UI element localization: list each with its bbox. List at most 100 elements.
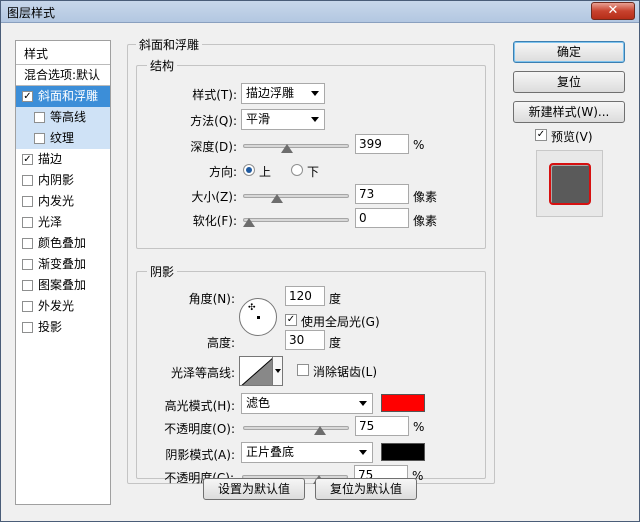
style-list-checkbox[interactable]: ✓ bbox=[22, 154, 33, 165]
size-slider-thumb[interactable] bbox=[271, 194, 284, 203]
style-list-item[interactable]: 混合选项:默认 bbox=[16, 65, 110, 86]
preview-checkbox[interactable]: ✓ bbox=[535, 129, 547, 141]
angle-dial-center bbox=[257, 316, 260, 319]
gloss-contour-preview[interactable] bbox=[239, 356, 273, 386]
depth-unit: % bbox=[413, 138, 425, 152]
crosshair-icon: ✣ bbox=[248, 303, 256, 313]
highlight-color-swatch[interactable] bbox=[381, 394, 425, 412]
close-button[interactable]: ✕ bbox=[591, 2, 635, 20]
style-list-item[interactable]: 纹理 bbox=[16, 128, 110, 149]
anti-aliased-checkbox[interactable] bbox=[297, 364, 309, 376]
depth-slider-thumb[interactable] bbox=[280, 144, 293, 153]
soften-input[interactable]: 0 bbox=[355, 208, 409, 228]
style-list-label: 外发光 bbox=[38, 299, 75, 313]
style-preview-swatch bbox=[549, 163, 591, 205]
reset-to-default-button[interactable]: 复位为默认值 bbox=[315, 478, 417, 500]
style-list-label: 斜面和浮雕 bbox=[38, 89, 99, 103]
soften-unit: 像素 bbox=[413, 214, 438, 228]
style-list-item[interactable]: ✓ 斜面和浮雕 bbox=[16, 86, 110, 107]
style-list-checkbox[interactable] bbox=[22, 322, 33, 333]
style-list-checkbox[interactable] bbox=[34, 133, 45, 144]
highlight-mode-select[interactable]: 滤色 bbox=[241, 393, 373, 414]
highlight-opacity-thumb[interactable] bbox=[313, 426, 326, 435]
highlight-opacity-slider[interactable] bbox=[243, 426, 349, 430]
depth-input[interactable]: 399 bbox=[355, 134, 409, 154]
style-list-label: 内发光 bbox=[38, 194, 75, 208]
style-list-item[interactable]: 渐变叠加 bbox=[16, 254, 110, 275]
chevron-down-icon bbox=[311, 91, 319, 96]
style-label: 样式(T): bbox=[192, 88, 237, 102]
size-input[interactable]: 73 bbox=[355, 184, 409, 204]
style-list-item[interactable]: 图案叠加 bbox=[16, 275, 110, 296]
preview-label: 预览(V) bbox=[551, 130, 593, 144]
bevel-emboss-group: 斜面和浮雕 结构 样式(T): 描边浮雕 方法(Q): 平滑 深度(D): 39… bbox=[127, 36, 495, 485]
style-list-item[interactable]: 投影 bbox=[16, 317, 110, 338]
style-list-label: 图案叠加 bbox=[38, 278, 87, 292]
shadow-mode-select[interactable]: 正片叠底 bbox=[241, 442, 373, 463]
make-default-button[interactable]: 设置为默认值 bbox=[203, 478, 305, 500]
style-list-item[interactable]: 外发光 bbox=[16, 296, 110, 317]
global-light-checkbox[interactable]: ✓ bbox=[285, 314, 297, 326]
reset-button[interactable]: 复位 bbox=[513, 71, 625, 93]
style-list-checkbox[interactable] bbox=[22, 280, 33, 291]
style-list-label: 投影 bbox=[38, 320, 63, 334]
size-label: 大小(Z): bbox=[191, 190, 237, 204]
size-unit: 像素 bbox=[413, 190, 438, 204]
style-list-checkbox[interactable] bbox=[22, 217, 33, 228]
size-slider[interactable] bbox=[243, 194, 349, 198]
window-title: 图层样式 bbox=[7, 6, 56, 20]
technique-label: 方法(Q): bbox=[190, 114, 237, 128]
shadow-color-swatch[interactable] bbox=[381, 443, 425, 461]
style-list-checkbox[interactable] bbox=[22, 238, 33, 249]
style-list-item[interactable]: 光泽 bbox=[16, 212, 110, 233]
depth-label: 深度(D): bbox=[190, 140, 237, 154]
chevron-down-icon bbox=[311, 117, 319, 122]
styles-list: 样式混合选项:默认 ✓ 斜面和浮雕等高线纹理 ✓ 描边 内阴影内发光光泽颜色叠加 渐变叠加图… bbox=[15, 40, 111, 505]
direction-down-radio[interactable] bbox=[291, 164, 303, 176]
style-preview bbox=[536, 150, 603, 217]
angle-dial[interactable]: ✣ bbox=[239, 298, 277, 336]
bevel-emboss-title: 斜面和浮雕 bbox=[136, 36, 203, 53]
style-list-item[interactable]: 颜色叠加 bbox=[16, 233, 110, 254]
chevron-down-icon bbox=[359, 401, 367, 406]
angle-label: 角度(N): bbox=[188, 292, 235, 306]
style-list-label: 等高线 bbox=[50, 110, 87, 124]
title-bar: 图层样式 ✕ bbox=[1, 1, 639, 23]
soften-slider[interactable] bbox=[243, 218, 349, 222]
soften-label: 软化(F): bbox=[192, 214, 237, 228]
altitude-label: 高度: bbox=[206, 336, 235, 350]
style-list-checkbox[interactable]: ✓ bbox=[22, 91, 33, 102]
style-list-item[interactable]: 内阴影 bbox=[16, 170, 110, 191]
style-list-label: 纹理 bbox=[50, 131, 75, 145]
chevron-down-icon bbox=[359, 450, 367, 455]
style-select[interactable]: 描边浮雕 bbox=[241, 83, 325, 104]
depth-slider[interactable] bbox=[243, 144, 349, 148]
altitude-input[interactable]: 30 bbox=[285, 330, 325, 350]
style-list-checkbox[interactable] bbox=[22, 196, 33, 207]
shading-group: 阴影 角度(N): ✣ 120 度 ✓ 使用全局光(G) 高度: 30 度 光泽… bbox=[136, 263, 486, 479]
style-select-value: 描边浮雕 bbox=[246, 86, 295, 100]
style-list-checkbox[interactable] bbox=[22, 175, 33, 186]
ok-button[interactable]: 确定 bbox=[513, 41, 625, 63]
style-list-checkbox[interactable] bbox=[22, 259, 33, 270]
technique-select[interactable]: 平滑 bbox=[241, 109, 325, 130]
angle-input[interactable]: 120 bbox=[285, 286, 325, 306]
gloss-contour-dropdown[interactable] bbox=[273, 356, 283, 386]
style-list-label: 光泽 bbox=[38, 215, 63, 229]
style-list-checkbox[interactable] bbox=[22, 301, 33, 312]
style-list-item[interactable]: 内发光 bbox=[16, 191, 110, 212]
style-list-item[interactable]: 样式 bbox=[16, 44, 110, 65]
direction-up-radio[interactable] bbox=[243, 164, 255, 176]
style-list-checkbox[interactable] bbox=[34, 112, 45, 123]
highlight-opacity-input[interactable]: 75 bbox=[355, 416, 409, 436]
style-list-label: 混合选项:默认 bbox=[24, 68, 101, 82]
structure-group: 结构 样式(T): 描边浮雕 方法(Q): 平滑 深度(D): 399 % 方向… bbox=[136, 57, 486, 249]
direction-up-label: 上 bbox=[259, 165, 272, 179]
soften-slider-thumb[interactable] bbox=[243, 218, 255, 227]
new-style-button[interactable]: 新建样式(W)... bbox=[513, 101, 625, 123]
style-list-item[interactable]: ✓ 描边 bbox=[16, 149, 110, 170]
direction-label: 方向: bbox=[208, 165, 237, 179]
highlight-opacity-label: 不透明度(O): bbox=[164, 422, 235, 436]
style-list-item[interactable]: 等高线 bbox=[16, 107, 110, 128]
global-light-label: 使用全局光(G) bbox=[301, 315, 380, 329]
